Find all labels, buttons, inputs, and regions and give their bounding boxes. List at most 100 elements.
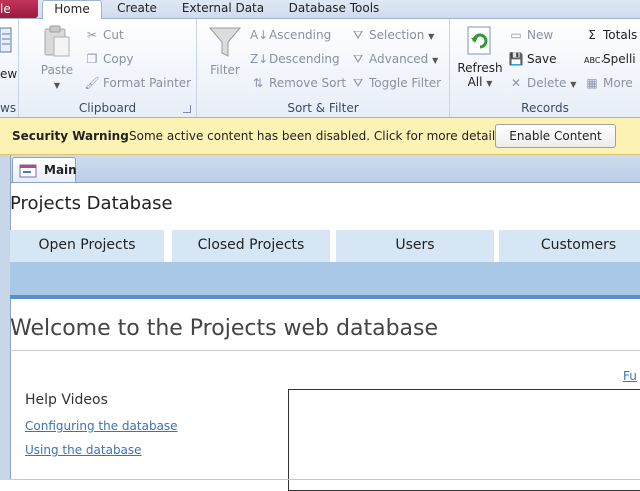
selection-button[interactable]: ⛛ Selection ▼ xyxy=(350,25,434,45)
copy-label: Copy xyxy=(103,52,134,66)
ribbon-tab-bar: le Home Create External Data Database To… xyxy=(0,0,640,20)
ascending-label: Ascending xyxy=(269,28,332,42)
scissors-icon: ✂ xyxy=(86,28,98,42)
nav-tab-users[interactable]: Users xyxy=(336,230,494,262)
filter-label: Filter xyxy=(210,63,240,77)
cut-button[interactable]: ✂ Cut xyxy=(84,25,124,45)
nav-tab-customers[interactable]: Customers xyxy=(499,230,640,262)
clipboard-group-label: Clipboard xyxy=(78,101,137,115)
sort-descending-icon: Z↓ xyxy=(250,52,269,66)
video-player-box[interactable] xyxy=(288,389,640,491)
security-warning-title: Security Warning xyxy=(12,129,129,143)
refresh-all-label-line2: All xyxy=(467,75,483,89)
welcome-heading: Welcome to the Projects web database xyxy=(10,316,439,341)
toggle-filter-label: Toggle Filter xyxy=(369,76,442,90)
spelling-icon: ABC✓ xyxy=(584,56,608,65)
nav-underline xyxy=(10,295,640,299)
spelling-button[interactable]: ABC✓Spelli xyxy=(584,49,636,69)
security-warning-bar: Security Warning Some active content has… xyxy=(0,118,640,155)
save-record-button[interactable]: 💾 Save xyxy=(508,49,557,69)
views-group-label: ws xyxy=(0,101,17,115)
clipboard-dialog-launcher-icon[interactable] xyxy=(183,105,191,113)
refresh-all-label-line1: Refresh xyxy=(457,61,503,75)
paste-button[interactable]: Paste ▼ xyxy=(37,25,77,93)
paste-icon xyxy=(44,25,70,57)
new-record-label: New xyxy=(527,28,554,42)
group-records: Refresh All ▼ ▭ New 💾 Save ✕ Delete ▼ Σ Tota… xyxy=(450,19,640,117)
advanced-dropdown-icon: ▼ xyxy=(432,56,439,65)
help-link-configuring[interactable]: Configuring the database xyxy=(25,419,178,433)
more-button[interactable]: ▦ More xyxy=(584,73,633,93)
nav-tab-closed-projects[interactable]: Closed Projects xyxy=(172,230,330,262)
help-videos-title: Help Videos xyxy=(25,392,108,408)
remove-sort-button[interactable]: ⇅ Remove Sort xyxy=(250,73,346,93)
records-group-label: Records xyxy=(521,101,569,115)
delete-record-button[interactable]: ✕ Delete ▼ xyxy=(508,73,576,93)
refresh-icon xyxy=(467,26,491,55)
save-label: Save xyxy=(527,52,557,66)
tab-home[interactable]: Home xyxy=(42,0,102,20)
document-tab-bar: Main xyxy=(0,155,640,183)
document-tab-label: Main xyxy=(44,163,77,177)
grid-icon: ▦ xyxy=(586,76,598,90)
copy-button[interactable]: ❐ Copy xyxy=(84,49,134,69)
advanced-button[interactable]: ⛛ Advanced ▼ xyxy=(350,49,438,69)
descending-label: Descending xyxy=(269,52,340,66)
view-icon[interactable] xyxy=(0,27,12,56)
nav-subtab-strip xyxy=(10,262,640,295)
group-views: ew ws xyxy=(0,19,19,117)
refresh-all-button[interactable]: Refresh All ▼ xyxy=(456,25,504,91)
delete-icon: ✕ xyxy=(510,76,522,90)
form-title: Projects Database xyxy=(10,193,173,214)
ascending-button[interactable]: A↓Ascending xyxy=(250,25,331,45)
enable-content-button[interactable]: Enable Content xyxy=(495,124,616,148)
sigma-icon: Σ xyxy=(588,28,596,42)
totals-label: Totals xyxy=(603,28,638,42)
group-sort-filter: Filter A↓Ascending Z↓Descending ⇅ Remove … xyxy=(197,19,450,117)
selection-filter-icon: ⛛ xyxy=(352,28,364,42)
tab-database-tools[interactable]: Database Tools xyxy=(282,0,386,18)
security-warning-message[interactable]: Some active content has been disabled. C… xyxy=(129,129,505,143)
paintbrush-icon: 🖌 xyxy=(84,76,100,90)
help-link-using[interactable]: Using the database xyxy=(25,443,142,457)
totals-button[interactable]: Σ Totals xyxy=(584,25,637,45)
nav-tab-open-projects[interactable]: Open Projects xyxy=(10,230,164,262)
paste-label: Paste xyxy=(40,63,74,77)
document-tab-main[interactable]: Main xyxy=(12,157,77,182)
corner-link[interactable]: Fu xyxy=(623,369,637,383)
remove-sort-label: Remove Sort xyxy=(269,76,347,90)
advanced-label: Advanced xyxy=(369,52,429,66)
welcome-divider xyxy=(10,350,640,351)
more-label: More xyxy=(603,76,633,90)
copy-icon: ❐ xyxy=(86,52,98,66)
tab-create[interactable]: Create xyxy=(110,0,164,18)
ribbon: ew ws Paste ▼ ✂ Cut ❐ Copy 🖌 Format Painter… xyxy=(0,19,640,118)
delete-dropdown-icon: ▼ xyxy=(570,80,577,89)
refresh-all-dropdown-icon: ▼ xyxy=(486,79,493,88)
funnel-icon xyxy=(208,27,242,57)
new-record-icon: ▭ xyxy=(510,28,522,42)
paste-dropdown-icon: ▼ xyxy=(53,81,61,90)
form-icon xyxy=(19,164,37,178)
sort-ascending-icon: A↓ xyxy=(250,28,269,42)
cut-label: Cut xyxy=(103,28,124,42)
view-button-label[interactable]: ew xyxy=(0,67,17,81)
spelling-label: Spelli xyxy=(603,52,636,66)
format-painter-label: Format Painter xyxy=(103,76,192,90)
delete-label: Delete xyxy=(527,76,567,90)
descending-button[interactable]: Z↓Descending xyxy=(250,49,340,69)
new-record-button[interactable]: ▭ New xyxy=(508,25,553,45)
toggle-filter-button[interactable]: ⛛ Toggle Filter xyxy=(350,73,441,93)
filter-button[interactable]: Filter xyxy=(205,25,245,77)
remove-sort-icon: ⇅ xyxy=(252,76,264,90)
selection-dropdown-icon: ▼ xyxy=(428,32,435,41)
selection-label: Selection xyxy=(369,28,425,42)
toggle-filter-icon: ⛛ xyxy=(352,76,364,90)
tab-external-data[interactable]: External Data xyxy=(178,0,268,18)
advanced-filter-icon: ⛛ xyxy=(352,52,364,66)
file-tab[interactable]: le xyxy=(0,0,38,18)
sort-filter-group-label: Sort & Filter xyxy=(287,101,359,115)
save-icon: 💾 xyxy=(508,52,524,66)
format-painter-button[interactable]: 🖌 Format Painter xyxy=(84,73,191,93)
group-clipboard: Paste ▼ ✂ Cut ❐ Copy 🖌 Format Painter Clipb… xyxy=(19,19,197,117)
